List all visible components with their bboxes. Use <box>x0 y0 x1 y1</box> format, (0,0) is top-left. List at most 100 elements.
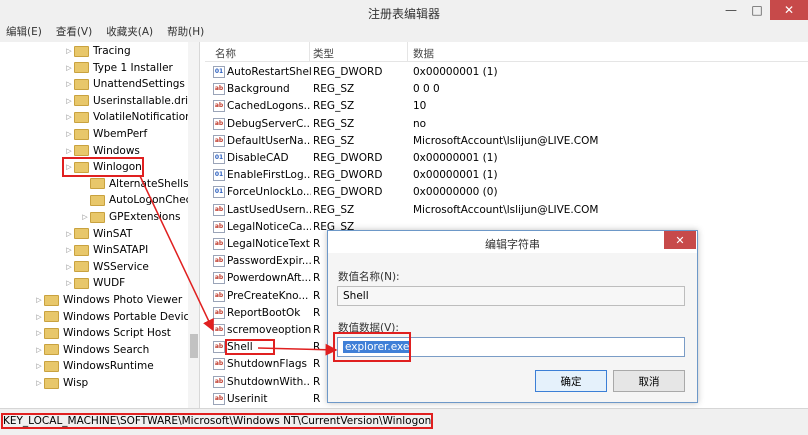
reg-string-icon: ab <box>213 341 225 354</box>
expand-arrow-icon[interactable]: ▷ <box>34 346 44 354</box>
tree-item-label: AutoLogonCheck <box>109 194 198 207</box>
column-type[interactable]: 类型 <box>313 46 334 61</box>
tree-item[interactable]: ▷ Wisp <box>34 375 88 391</box>
list-item[interactable]: ab Background REG_SZ 0 0 0 <box>205 81 808 98</box>
tree-item[interactable]: ▷ WinSAT <box>64 226 132 242</box>
value-type: REG_SZ <box>313 100 355 113</box>
expand-arrow-icon[interactable]: ▷ <box>34 379 44 387</box>
expand-arrow-icon[interactable]: ▷ <box>64 113 74 121</box>
list-item[interactable]: ab DebugServerC... REG_SZ no <box>205 116 808 133</box>
expand-arrow-icon[interactable]: ▷ <box>64 80 74 88</box>
column-divider[interactable] <box>407 42 408 62</box>
menu-edit[interactable]: 编辑(E) <box>6 24 42 42</box>
tree-item[interactable]: ▷ Type 1 Installer <box>64 60 173 76</box>
value-data-label: 数值数据(V): <box>338 322 399 334</box>
tree-item[interactable]: ▷ Windows Portable Devices <box>34 309 199 325</box>
edit-string-dialog: 编辑字符串 ✕ 数值名称(N): Shell 数值数据(V): explorer… <box>327 230 698 403</box>
expand-arrow-icon[interactable]: ▷ <box>34 362 44 370</box>
expand-arrow-icon[interactable]: ▷ <box>64 130 74 138</box>
tree-item-label: Type 1 Installer <box>93 61 173 74</box>
expand-arrow-icon[interactable]: ▷ <box>64 263 74 271</box>
tree-item[interactable]: ▷ Windows <box>64 143 140 159</box>
list-item[interactable]: ab DefaultUserNa... REG_SZ MicrosoftAccount… <box>205 133 808 150</box>
dialog-close-button[interactable]: ✕ <box>664 231 696 249</box>
value-type: REG_SZ <box>313 203 355 216</box>
tree-item[interactable]: ▷ VolatileNotifications <box>64 109 197 125</box>
tree-item[interactable]: AlternateShells <box>80 176 189 192</box>
tree-item[interactable]: ▷ Windows Search <box>34 342 149 358</box>
tree-item-label: WindowsRuntime <box>63 360 154 373</box>
value-name-field[interactable]: Shell <box>337 286 685 306</box>
folder-icon <box>90 194 105 206</box>
expand-arrow-icon[interactable]: ▷ <box>34 329 44 337</box>
value-type: REG_SZ <box>313 83 355 96</box>
expand-arrow-icon[interactable]: ▷ <box>64 97 74 105</box>
value-name: Background <box>227 83 290 96</box>
folder-icon <box>74 277 89 289</box>
expand-arrow-icon[interactable]: ▷ <box>34 296 44 304</box>
value-data: MicrosoftAccount\lslijun@LIVE.COM <box>413 203 599 216</box>
value-data: 0x00000001 (1) <box>413 169 498 182</box>
column-data[interactable]: 数据 <box>413 46 434 61</box>
tree-item-label: Winlogon <box>93 161 142 174</box>
list-item[interactable]: ab CachedLogons... REG_SZ 10 <box>205 98 808 115</box>
tree-item-label: Userinstallable.drive <box>93 94 200 107</box>
value-name: DebugServerC... <box>227 117 311 130</box>
value-data: 0x00000001 (1) <box>413 66 498 78</box>
expand-arrow-icon[interactable]: ▷ <box>34 313 44 321</box>
expand-arrow-icon[interactable]: ▷ <box>64 230 74 238</box>
tree-item[interactable]: ▷ Windows Photo Viewer <box>34 292 182 308</box>
tree-item-label: VolatileNotifications <box>93 111 198 124</box>
tree-item[interactable]: ▷ Tracing <box>64 43 130 59</box>
tree-item[interactable]: ▷ Windows Script Host <box>34 325 171 341</box>
tree-item[interactable]: ▷ WbemPerf <box>64 126 147 142</box>
tree-item[interactable]: ▷ WindowsRuntime <box>34 358 154 374</box>
list-item[interactable]: 01 DisableCAD REG_DWORD 0x00000001 (1) <box>205 150 808 167</box>
tree-item[interactable]: ▷ WUDF <box>64 275 125 291</box>
value-data-input[interactable]: explorer.exe <box>337 337 685 357</box>
column-name[interactable]: 名称 <box>215 46 236 61</box>
tree-item[interactable]: ▷ WSService <box>64 259 149 275</box>
maximize-button[interactable]: □ <box>744 0 770 20</box>
ok-button[interactable]: 确定 <box>535 370 607 392</box>
tree-item[interactable]: ▷ Winlogon <box>62 157 144 178</box>
list-item[interactable]: ab LastUsedUsern... REG_SZ MicrosoftAccount… <box>205 202 808 219</box>
menu-favorites[interactable]: 收藏夹(A) <box>106 24 153 42</box>
column-divider[interactable] <box>309 42 310 62</box>
menu-help[interactable]: 帮助(H) <box>167 24 204 42</box>
tree-item-label: AlternateShells <box>109 177 189 190</box>
reg-string-icon: ab <box>213 100 225 113</box>
value-data: 10 <box>413 100 427 113</box>
expand-arrow-icon[interactable]: ▷ <box>64 147 74 155</box>
folder-icon <box>74 128 89 140</box>
list-item[interactable]: 01 ForceUnlockLo... REG_DWORD 0x00000000 (0… <box>205 184 808 201</box>
menu-view[interactable]: 查看(V) <box>56 24 92 42</box>
reg-string-icon: ab <box>213 306 225 319</box>
folder-icon <box>74 261 89 273</box>
expand-arrow-icon[interactable]: ▷ <box>64 279 74 287</box>
cancel-button[interactable]: 取消 <box>613 370 685 392</box>
value-name: Shell <box>225 339 275 356</box>
tree-item-label: Windows Script Host <box>63 327 171 340</box>
expand-arrow-icon[interactable]: ▷ <box>80 213 90 221</box>
tree-scroll-thumb[interactable] <box>190 334 198 358</box>
expand-arrow-icon[interactable]: ▷ <box>64 163 74 171</box>
tree-item[interactable]: ▷ UnattendSettings <box>64 76 185 92</box>
folder-icon <box>74 161 89 173</box>
list-item[interactable]: 01 AutoRestartShell REG_DWORD 0x00000001 (1… <box>205 64 808 81</box>
tree-item[interactable]: AutoLogonCheck <box>80 192 198 208</box>
expand-arrow-icon[interactable]: ▷ <box>64 47 74 55</box>
folder-icon <box>74 78 89 90</box>
expand-arrow-icon[interactable]: ▷ <box>64 64 74 72</box>
tree-item[interactable]: ▷ Userinstallable.drive <box>64 93 200 109</box>
tree-item[interactable]: ▷ WinSATAPI <box>64 242 148 258</box>
expand-arrow-icon[interactable]: ▷ <box>64 246 74 254</box>
list-item[interactable]: 01 EnableFirstLog... REG_DWORD 0x00000001 (… <box>205 167 808 184</box>
close-button[interactable]: ✕ <box>770 0 808 20</box>
tree-item[interactable]: ▷ GPExtensions <box>80 209 180 225</box>
value-name: ForceUnlockLo... <box>227 186 311 199</box>
value-data: 0 0 0 <box>413 83 440 96</box>
tree-item-label: Windows Photo Viewer <box>63 294 183 306</box>
tree-item-label: WUDF <box>93 277 126 290</box>
minimize-button[interactable]: — <box>718 0 744 20</box>
